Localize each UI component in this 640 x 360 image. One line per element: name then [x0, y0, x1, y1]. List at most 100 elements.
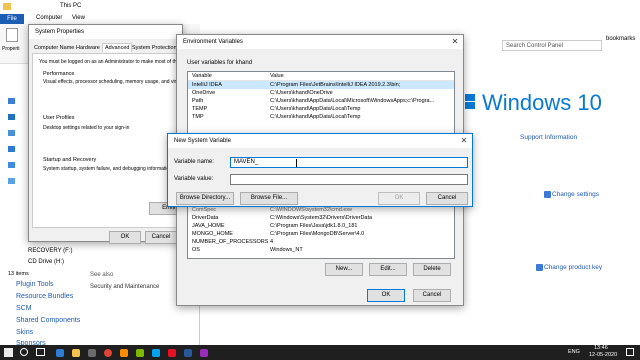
nav-shared-components[interactable]: Shared Components	[16, 317, 80, 324]
properties-label[interactable]: Properti	[2, 46, 20, 52]
drive-recovery[interactable]: RECOVERY (F:)	[28, 248, 72, 254]
close-icon[interactable]: ✕	[456, 134, 472, 148]
col-value[interactable]: Value	[270, 72, 284, 80]
change-settings-link[interactable]: Change settings	[552, 191, 599, 198]
variable-value-input[interactable]	[230, 174, 468, 185]
nav-icon[interactable]	[8, 130, 15, 136]
browse-directory-button[interactable]: Browse Directory...	[176, 192, 234, 205]
shield-icon	[544, 191, 551, 198]
table-row[interactable]: MONGO_HOME C:\Program Files\MongoDB\Serve…	[188, 230, 454, 238]
change-product-key-link[interactable]: Change product key	[544, 264, 602, 271]
env-new-button[interactable]: New...	[325, 263, 363, 276]
env-edit-button[interactable]: Edit...	[369, 263, 407, 276]
system-properties-title: System Properties	[35, 29, 85, 35]
tab-advanced[interactable]: Advanced	[102, 43, 133, 52]
variable-value-label: Variable value:	[174, 176, 214, 182]
taskbar: ENG 13:46 12-05-2020	[0, 345, 640, 360]
edge-icon[interactable]	[56, 349, 64, 357]
bookmarks-label[interactable]: bookmarks	[606, 36, 635, 42]
tab-system-protection[interactable]: System Protection	[132, 45, 177, 51]
performance-title: Performance	[43, 71, 75, 77]
status-bar-items: 13 items	[8, 271, 29, 277]
table-row[interactable]: DriverData C:\Windows\System32\Drivers\Dr…	[188, 214, 454, 222]
system-properties-titlebar: System Properties	[29, 25, 182, 39]
close-icon[interactable]: ✕	[447, 35, 463, 49]
text-cursor-icon	[296, 159, 297, 167]
tab-hardware[interactable]: Hardware	[76, 45, 100, 51]
windows-brand: Windows 10	[482, 90, 602, 115]
browse-file-button[interactable]: Browse File...	[240, 192, 298, 205]
support-info-link[interactable]: Support Information	[520, 134, 577, 141]
nav-scm[interactable]: SCM	[16, 305, 32, 312]
cp-search-placeholder: Search Control Panel	[506, 43, 564, 49]
user-variables-label: User variables for khand	[187, 60, 253, 66]
start-icon[interactable]	[4, 348, 13, 357]
nav-icon[interactable]	[8, 98, 15, 104]
env-cancel-button[interactable]: Cancel	[413, 289, 451, 302]
table-row[interactable]: OneDrive C:\Users\khand\OneDrive	[188, 89, 454, 97]
system-variables-list[interactable]: ComSpec C:\WINDOWS\system32\cmd.exe Drive…	[187, 205, 455, 259]
notification-icon[interactable]	[626, 348, 634, 356]
user-profiles-title: User Profiles	[43, 115, 75, 121]
new-system-variable-dialog: New System Variable ✕ Variable name: MAV…	[167, 133, 473, 207]
new-var-cancel-button[interactable]: Cancel	[426, 192, 468, 205]
language-indicator[interactable]: ENG	[568, 349, 580, 355]
env-ok-button[interactable]: OK	[367, 289, 405, 302]
table-row[interactable]: JAVA_HOME C:\Program Files\Java\jdk1.8.0_…	[188, 222, 454, 230]
system-properties-dialog: System Properties Computer Name Hardware…	[28, 24, 189, 244]
explorer-title: This PC	[60, 3, 82, 9]
explorer-titlebar: This PC	[0, 0, 200, 14]
user-profiles-text: Desktop settings related to your sign-in	[43, 125, 130, 131]
nav-plugin-tools[interactable]: Plugin Tools	[16, 281, 54, 288]
nav-icon[interactable]	[8, 114, 15, 120]
ribbon-tab-view[interactable]: View	[72, 15, 85, 21]
env-titlebar: Environment Variables ✕	[177, 35, 463, 49]
store-icon[interactable]	[88, 349, 96, 357]
new-var-ok-button[interactable]: OK	[378, 192, 420, 205]
search-icon[interactable]	[20, 348, 28, 356]
clock-time[interactable]: 13:46	[594, 345, 608, 351]
see-also-label: See also	[90, 272, 114, 278]
drive-cd[interactable]: CD Drive (H:)	[28, 259, 64, 265]
table-row[interactable]: OS Windows_NT	[188, 246, 454, 254]
variable-name-input[interactable]: MAVEN_	[230, 157, 468, 168]
nav-icon[interactable]	[8, 146, 15, 152]
folder-icon	[3, 3, 11, 10]
nav-icon[interactable]	[8, 178, 15, 184]
properties-icon[interactable]	[6, 28, 18, 42]
table-row[interactable]: ComSpec C:\WINDOWS\system32\cmd.exe	[188, 206, 454, 214]
app-icon[interactable]	[120, 349, 128, 357]
explorer-icon[interactable]	[72, 349, 80, 357]
env-title: Environment Variables	[183, 39, 243, 45]
sp-ok-button[interactable]: OK	[109, 231, 141, 244]
nav-icon[interactable]	[8, 162, 15, 168]
table-row[interactable]: TEMP C:\Users\khand\AppData\Local\Temp	[188, 105, 454, 113]
table-row[interactable]: Path C:\Users\khand\AppData\Local\Microso…	[188, 97, 454, 105]
table-row[interactable]: TMP C:\Users\khand\AppData\Local\Temp	[188, 113, 454, 121]
nav-skins[interactable]: Skins	[16, 329, 33, 336]
app-icon[interactable]	[168, 349, 176, 357]
table-row[interactable]: NUMBER_OF_PROCESSORS 4	[188, 238, 454, 246]
user-variables-list[interactable]: Variable Value IntelliJ IDEA C:\Program F…	[187, 71, 455, 135]
clock-date[interactable]: 12-05-2020	[589, 352, 617, 358]
app-icon[interactable]	[152, 349, 160, 357]
security-maintenance-link[interactable]: Security and Maintenance	[90, 284, 159, 290]
app-icon[interactable]	[136, 349, 144, 357]
ribbon-tab-file[interactable]: File	[0, 14, 24, 24]
cp-search-box[interactable]: Search Control Panel	[502, 40, 602, 51]
app-icon[interactable]	[184, 349, 192, 357]
list-header: Variable Value	[188, 72, 454, 81]
sp-cancel-button[interactable]: Cancel	[145, 231, 177, 244]
tab-computer-name[interactable]: Computer Name	[34, 45, 74, 51]
sp-tab-page: You must be logged on as an Administrato…	[32, 53, 189, 228]
table-row[interactable]: IntelliJ IDEA C:\Program Files\JetBrains\…	[188, 81, 454, 89]
nav-resource-bundles[interactable]: Resource Bundles	[16, 293, 73, 300]
task-view-icon[interactable]	[36, 348, 45, 356]
chrome-icon[interactable]	[104, 349, 112, 357]
ribbon-tab-computer[interactable]: Computer	[36, 15, 62, 21]
env-delete-button[interactable]: Delete	[413, 263, 451, 276]
plugin-nav: Plugin Tools Resource Bundles SCM Shared…	[0, 280, 90, 347]
app-icon[interactable]	[200, 349, 208, 357]
col-variable[interactable]: Variable	[192, 72, 212, 80]
startup-text: System startup, system failure, and debu…	[43, 166, 170, 172]
